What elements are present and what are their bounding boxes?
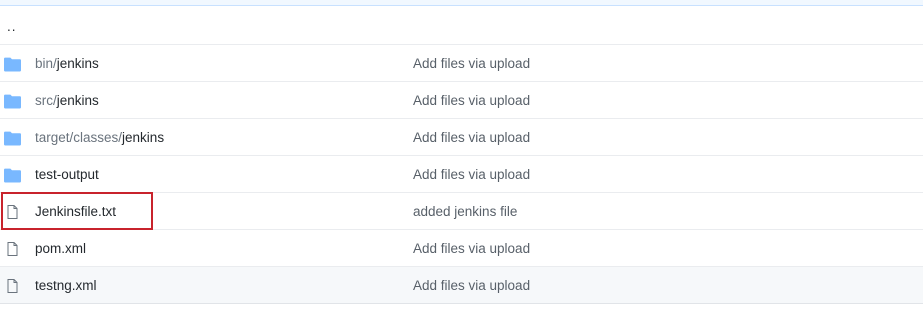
folder-icon — [4, 168, 21, 183]
commit-message-link[interactable]: added jenkins file — [413, 193, 517, 230]
folder-icon — [4, 131, 21, 146]
parent-directory-row[interactable]: .. — [0, 7, 923, 44]
commit-message-link[interactable]: Add files via upload — [413, 156, 530, 193]
folder-row-target-classes-jenkins[interactable]: target/classes/jenkins Add files via upl… — [0, 118, 923, 155]
file-name-link[interactable]: pom.xml — [35, 230, 86, 267]
commit-message-link[interactable]: Add files via upload — [413, 82, 530, 119]
file-row-testng-xml[interactable]: testng.xml Add files via upload — [0, 266, 923, 303]
commit-message-link[interactable]: Add files via upload — [413, 119, 530, 156]
file-name-link[interactable]: bin/jenkins — [35, 45, 99, 82]
file-icon — [7, 205, 18, 219]
file-name-link[interactable]: test-output — [35, 156, 99, 193]
file-name-link[interactable]: testng.xml — [35, 267, 97, 304]
file-name-link[interactable]: target/classes/jenkins — [35, 119, 164, 156]
file-list: .. bin/jenkins Add files via upload src/… — [0, 0, 923, 304]
commit-message-link[interactable]: Add files via upload — [413, 230, 530, 267]
commit-message-link[interactable]: Add files via upload — [413, 267, 530, 304]
file-name-link[interactable]: Jenkinsfile.txt — [35, 193, 116, 230]
file-icon — [7, 279, 18, 293]
file-name-link[interactable]: src/jenkins — [35, 82, 99, 119]
parent-directory-link[interactable]: .. — [7, 19, 17, 34]
folder-icon — [4, 57, 21, 72]
file-icon — [7, 242, 18, 256]
folder-row-bin-jenkins[interactable]: bin/jenkins Add files via upload — [0, 44, 923, 81]
table-header-strip — [0, 0, 923, 6]
folder-row-src-jenkins[interactable]: src/jenkins Add files via upload — [0, 81, 923, 118]
folder-row-test-output[interactable]: test-output Add files via upload — [0, 155, 923, 192]
file-row-pom-xml[interactable]: pom.xml Add files via upload — [0, 229, 923, 266]
folder-icon — [4, 94, 21, 109]
commit-message-link[interactable]: Add files via upload — [413, 45, 530, 82]
file-row-jenkinsfile[interactable]: Jenkinsfile.txt added jenkins file — [0, 192, 923, 229]
